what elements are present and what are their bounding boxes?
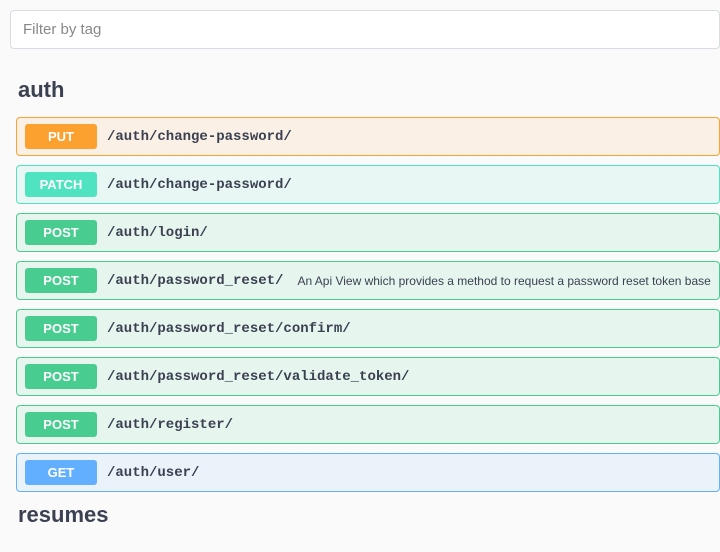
- endpoint-path: /auth/change-password/: [107, 177, 292, 193]
- endpoint-description: An Api View which provides a method to r…: [297, 274, 711, 288]
- endpoint-post-login[interactable]: POST /auth/login/: [16, 213, 720, 252]
- endpoint-post-password-reset-confirm[interactable]: POST /auth/password_reset/confirm/: [16, 309, 720, 348]
- method-badge: POST: [25, 364, 97, 389]
- endpoint-path: /auth/register/: [107, 417, 233, 433]
- endpoint-post-register[interactable]: POST /auth/register/: [16, 405, 720, 444]
- method-badge: PUT: [25, 124, 97, 149]
- endpoint-path: /auth/password_reset/: [107, 273, 283, 289]
- method-badge: POST: [25, 316, 97, 341]
- filter-input[interactable]: [10, 10, 720, 49]
- method-badge: POST: [25, 268, 97, 293]
- method-badge: GET: [25, 460, 97, 485]
- endpoint-post-password-reset-validate[interactable]: POST /auth/password_reset/validate_token…: [16, 357, 720, 396]
- endpoint-path: /auth/user/: [107, 465, 199, 481]
- endpoint-path: /auth/password_reset/confirm/: [107, 321, 351, 337]
- endpoint-path: /auth/change-password/: [107, 129, 292, 145]
- method-badge: PATCH: [25, 172, 97, 197]
- section-auth: auth PUT /auth/change-password/ PATCH /a…: [10, 77, 720, 492]
- section-title-auth[interactable]: auth: [18, 77, 720, 103]
- method-badge: POST: [25, 220, 97, 245]
- section-resumes: resumes: [10, 502, 720, 528]
- section-title-resumes[interactable]: resumes: [18, 502, 720, 528]
- endpoint-patch-change-password[interactable]: PATCH /auth/change-password/: [16, 165, 720, 204]
- endpoint-put-change-password[interactable]: PUT /auth/change-password/: [16, 117, 720, 156]
- endpoint-post-password-reset[interactable]: POST /auth/password_reset/ An Api View w…: [16, 261, 720, 300]
- endpoint-path: /auth/password_reset/validate_token/: [107, 369, 409, 385]
- method-badge: POST: [25, 412, 97, 437]
- endpoint-path: /auth/login/: [107, 225, 208, 241]
- api-docs-container: auth PUT /auth/change-password/ PATCH /a…: [0, 0, 720, 552]
- endpoint-get-user[interactable]: GET /auth/user/: [16, 453, 720, 492]
